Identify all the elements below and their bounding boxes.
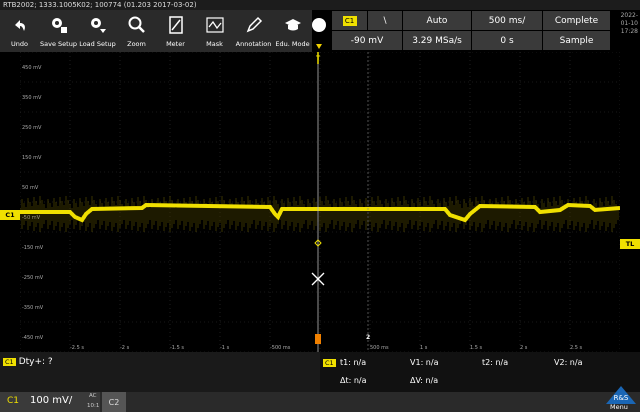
annotation-button[interactable]: Annotation <box>234 10 273 52</box>
measure-value: Dty+: ? <box>18 357 53 367</box>
status-bar: C1 Dty+: ? C1 t1: n/a V1: n/a t2: n/a V2… <box>0 352 640 392</box>
x-tick-label: 2.5 s <box>570 345 583 351</box>
svg-text:R&S: R&S <box>614 394 629 402</box>
cursor-panel[interactable]: C1 t1: n/a V1: n/a t2: n/a V2: n/a Δt: n… <box>320 352 640 392</box>
edu-mode-icon <box>282 14 304 36</box>
window-title: RTB2002; 1333.1005K02; 100774 (01.203 20… <box>0 0 640 10</box>
cursor-t1: t1: n/a <box>340 358 367 367</box>
measure-channel-badge: C1 <box>3 358 16 366</box>
load-setup-icon <box>87 14 109 36</box>
trigger-slope[interactable]: \ <box>368 11 402 30</box>
meter-label: Meter <box>166 40 185 48</box>
cursor-channel-badge: C1 <box>323 359 336 367</box>
zoom-label: Zoom <box>127 40 146 48</box>
y-tick-label: -250 mV <box>22 275 44 281</box>
ch1-scale: 100 mV/ <box>30 395 73 406</box>
y-tick-label: 350 mV <box>22 95 42 101</box>
cursor-v1: V1: n/a <box>410 358 439 367</box>
menu-button[interactable]: R&S Menu <box>602 386 640 412</box>
info-panel: C1 \ Auto 500 ms/ Complete -90 mV 3.29 M… <box>332 11 610 51</box>
measurement-readout[interactable]: C1 Dty+: ? <box>3 357 53 367</box>
load-setup-label: Load Setup <box>79 40 116 48</box>
trigger-level-marker[interactable]: TL <box>620 239 640 249</box>
annotation-label: Annotation <box>235 40 272 48</box>
cursor-t2: t2: n/a <box>482 358 509 367</box>
menu-label: Menu <box>610 403 628 411</box>
save-setup-button[interactable]: Save Setup <box>39 10 78 52</box>
undo-label: Undo <box>11 40 28 48</box>
ch2-button[interactable]: C2 <box>102 392 126 412</box>
trace-noise <box>19 196 619 232</box>
undo-button[interactable]: Undo <box>0 10 39 52</box>
mask-button[interactable]: Mask <box>195 10 234 52</box>
ch1-label: C1 <box>7 396 20 406</box>
trigger-level[interactable]: -90 mV <box>332 31 402 50</box>
x-tick-label: -1.5 s <box>170 345 184 351</box>
y-tick-label: -450 mV <box>22 335 44 341</box>
waveform-display[interactable]: 450 mV 350 mV 250 mV 150 mV 50 mV -50 mV -150 … <box>19 51 621 353</box>
y-tick-label: 50 mV <box>22 185 39 191</box>
trigger-source-cell[interactable]: C1 <box>332 11 367 30</box>
y-tick-label: 250 mV <box>22 125 42 131</box>
acquisition-state[interactable]: Complete <box>543 11 610 30</box>
edu-mode-label: Edu. Mode <box>275 40 310 48</box>
toolbar: Undo Save Setup Load Setup Zoom Meter Ma… <box>0 10 312 52</box>
trigger-marker-label: T <box>316 55 321 62</box>
settings-gear-icon[interactable] <box>312 18 326 32</box>
bottom-trigger-marker <box>315 334 321 344</box>
x-tick-label: -2 s <box>120 345 130 351</box>
x-tick-label: -1 s <box>220 345 230 351</box>
horizontal-position[interactable]: 0 s <box>472 31 542 50</box>
date-label: 2022-01-10 <box>620 12 638 27</box>
load-setup-button[interactable]: Load Setup <box>78 10 117 52</box>
y-tick-label: -150 mV <box>22 245 44 251</box>
save-setup-icon <box>48 14 70 36</box>
datetime: 2022-01-10 17:28 <box>612 12 638 36</box>
cursor-dv: ΔV: n/a <box>410 376 439 385</box>
cursor-dt: Δt: n/a <box>340 376 367 385</box>
save-setup-label: Save Setup <box>40 40 77 48</box>
sample-rate: 3.29 MSa/s <box>403 31 471 50</box>
channel-bar: C1 100 mV/ AC 10:1 C2 R&S Menu <box>0 386 640 412</box>
mask-label: Mask <box>206 40 223 48</box>
y-tick-label: -350 mV <box>22 305 44 311</box>
x-tick-label: 1 s <box>420 345 428 351</box>
trigger-mode[interactable]: Auto <box>403 11 471 30</box>
mask-icon <box>204 14 226 36</box>
undo-icon <box>9 14 31 36</box>
y-tick-label: 450 mV <box>22 65 42 71</box>
meter-icon <box>165 14 187 36</box>
ch1-coupling: AC <box>89 393 97 399</box>
zoom-icon <box>126 14 148 36</box>
trigger-position-arrow-icon <box>316 44 322 49</box>
ch1-settings-button[interactable]: C1 100 mV/ AC 10:1 <box>0 392 100 412</box>
ch1-probe: 10:1 <box>87 403 100 409</box>
x-tick-label: -500 ms <box>270 345 291 351</box>
x-tick-label: -2.5 s <box>70 345 84 351</box>
rs-logo-icon: R&S <box>606 386 636 404</box>
time-label: 17:28 <box>620 28 638 35</box>
x-tick-label: 2 s <box>520 345 528 351</box>
y-tick-label: 150 mV <box>22 155 42 161</box>
timebase[interactable]: 500 ms/ <box>472 11 542 30</box>
meter-button[interactable]: Meter <box>156 10 195 52</box>
x-tick-label: 1.5 s <box>470 345 483 351</box>
ref2-marker-label: 2 <box>366 334 371 341</box>
ch1-level-marker[interactable]: C1 <box>0 210 20 220</box>
cursor-v2: V2: n/a <box>554 358 583 367</box>
edu-mode-button[interactable]: Edu. Mode <box>273 10 312 52</box>
x-tick-label: 500 ms <box>370 345 389 351</box>
trigger-source-badge: C1 <box>342 15 357 26</box>
annotation-icon <box>243 14 265 36</box>
acquisition-mode[interactable]: Sample <box>543 31 610 50</box>
waveform-grid: 450 mV350 mV250 mV150 mV50 mV-50 mV-150 … <box>19 51 621 353</box>
zoom-button[interactable]: Zoom <box>117 10 156 52</box>
